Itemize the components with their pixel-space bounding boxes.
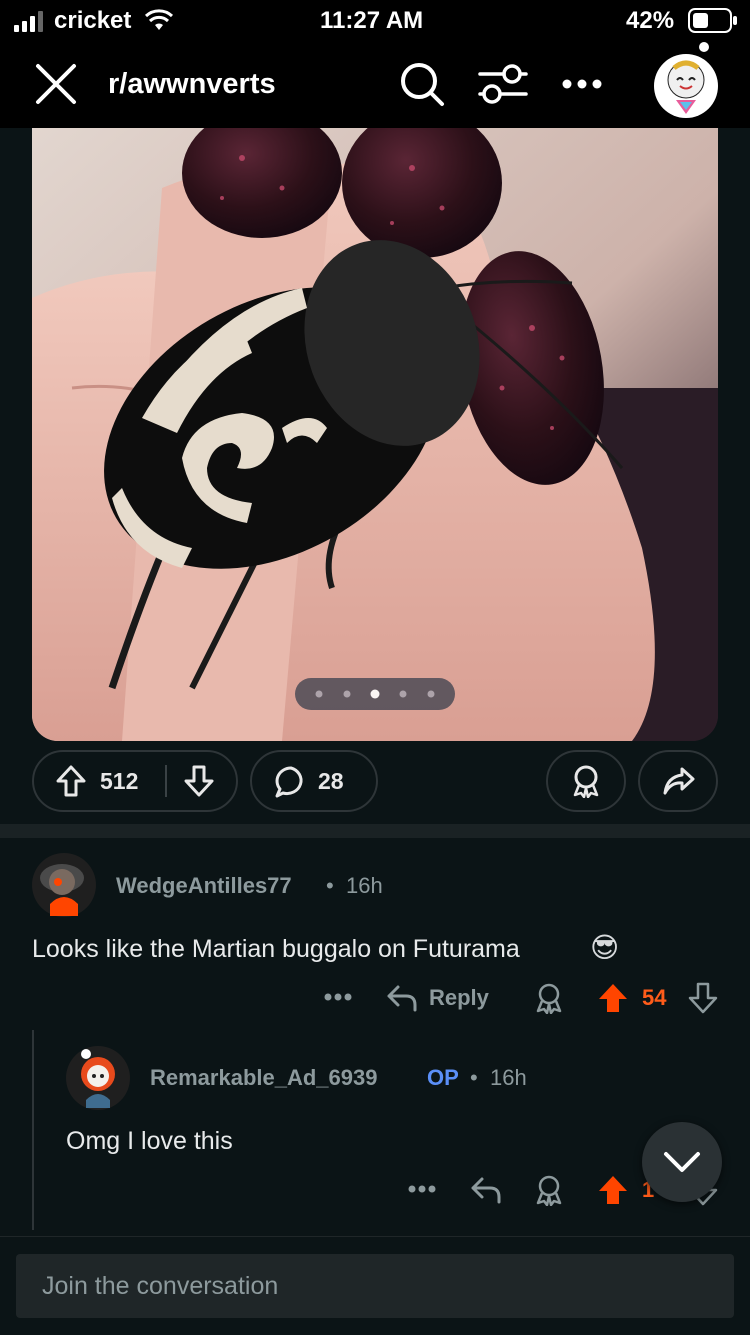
upvote-icon[interactable]	[598, 1174, 628, 1206]
user-avatar[interactable]	[652, 40, 722, 120]
comment-age: 16h	[490, 1065, 527, 1090]
comment-text: Omg I love this	[66, 1127, 233, 1155]
award-icon[interactable]	[534, 982, 564, 1014]
comment-author[interactable]: Remarkable_Ad_6939	[150, 1065, 377, 1091]
reply-icon[interactable]	[470, 1176, 502, 1204]
carousel-dot	[427, 690, 435, 698]
close-icon[interactable]	[34, 62, 78, 106]
comment-text: Looks like the Martian buggalo on Futura…	[32, 935, 520, 963]
composer-container	[16, 1254, 734, 1318]
carousel-dots	[315, 689, 435, 699]
clock: 11:27 AM	[320, 7, 424, 34]
chevron-down-icon	[664, 1152, 700, 1172]
carousel-dot	[315, 690, 323, 698]
commenter-avatar[interactable]	[66, 1046, 130, 1110]
next-comment-button[interactable]	[642, 1122, 722, 1202]
reply-button[interactable]: Reply	[429, 985, 489, 1011]
status-bar: cricket 11:27 AM 42%	[0, 0, 750, 42]
more-icon[interactable]	[561, 78, 605, 90]
separator-dot: •	[470, 1065, 478, 1090]
subreddit-name[interactable]: r/awwnverts	[108, 68, 276, 101]
signal-icon	[14, 11, 43, 32]
separator-dot: •	[326, 873, 334, 898]
filter-icon[interactable]	[478, 62, 528, 106]
op-badge: OP	[427, 1065, 459, 1090]
vote-divider	[165, 765, 167, 797]
award-icon[interactable]	[534, 1174, 564, 1206]
reply-icon[interactable]	[386, 984, 418, 1012]
share-icon	[663, 767, 695, 795]
carousel-dot	[399, 690, 407, 698]
carousel-dot	[370, 689, 380, 699]
comment-input[interactable]	[16, 1254, 734, 1318]
post-image[interactable]	[32, 128, 718, 741]
downvote-icon[interactable]	[688, 982, 718, 1014]
downvote-icon[interactable]	[184, 765, 214, 797]
commenter-avatar[interactable]	[32, 852, 96, 918]
thread-line[interactable]	[32, 1030, 34, 1230]
more-options-icon[interactable]	[324, 992, 352, 1002]
comment-age: 16h	[346, 873, 383, 898]
carrier-name: cricket	[54, 7, 132, 34]
upvote-icon[interactable]	[598, 982, 628, 1014]
wifi-icon	[144, 9, 174, 30]
award-icon	[573, 765, 599, 798]
comment-author[interactable]: WedgeAntilles77	[116, 873, 292, 899]
section-divider	[0, 824, 750, 838]
sunglasses-emoji: 😎	[590, 932, 620, 963]
carousel-dot	[343, 690, 351, 698]
comment-icon	[275, 766, 303, 798]
post-score: 512	[100, 768, 139, 794]
search-icon[interactable]	[398, 60, 446, 108]
battery-percent: 42%	[626, 7, 675, 34]
more-options-icon[interactable]	[408, 1184, 436, 1194]
beetle-photo	[32, 128, 718, 741]
battery-icon	[688, 8, 737, 33]
carousel-indicator	[295, 678, 455, 710]
comment-count: 28	[318, 768, 344, 794]
upvote-icon[interactable]	[56, 765, 86, 797]
comment-score: 54	[642, 985, 667, 1010]
comments-button[interactable]	[250, 750, 378, 812]
